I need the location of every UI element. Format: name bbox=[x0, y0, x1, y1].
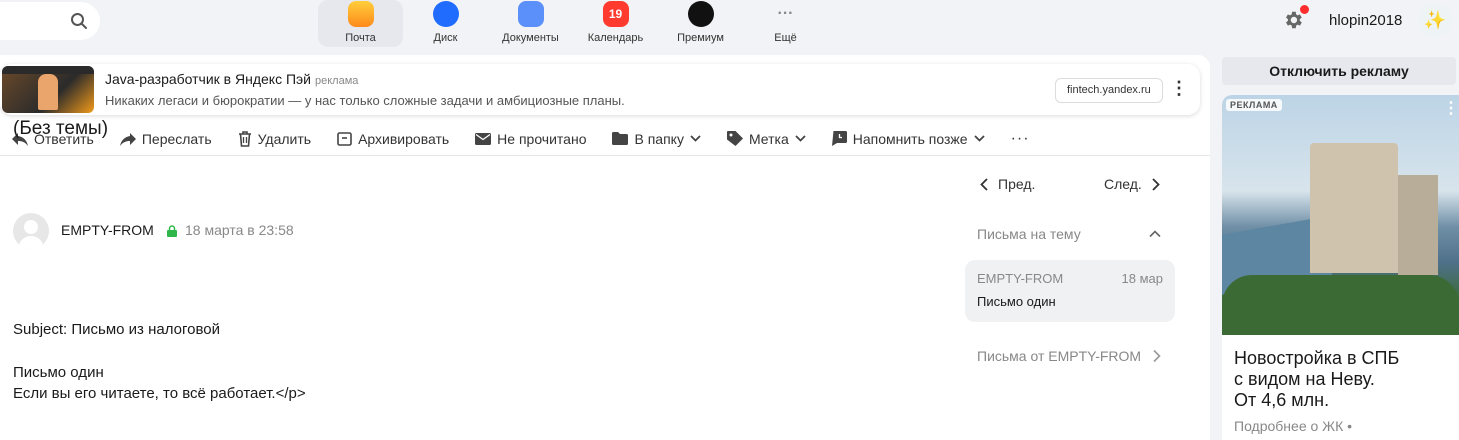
ad-image bbox=[2, 66, 94, 113]
lock-icon bbox=[167, 225, 177, 237]
mark-unread-button[interactable]: Не прочитано bbox=[475, 127, 586, 151]
nav-item-label: Диск bbox=[433, 32, 458, 44]
ad-headline-line: Новостройка в СПБ bbox=[1234, 348, 1400, 368]
user-avatar[interactable]: ✨ bbox=[1418, 3, 1452, 37]
message-toolbar: Ответить Переслать Удалить Архивировать … bbox=[0, 122, 1210, 156]
disk-icon bbox=[432, 1, 459, 27]
trash-icon bbox=[238, 130, 251, 147]
message-body-line: Subject: Письмо из налоговой bbox=[13, 321, 220, 338]
archive-icon bbox=[337, 131, 352, 146]
ad-description: Никаких легаси и бюрократии — у нас толь… bbox=[105, 93, 625, 108]
ad-more-link[interactable]: Подробнее о ЖК • bbox=[1234, 418, 1352, 434]
remind-later-button[interactable]: Напомнить позже bbox=[831, 127, 985, 151]
message-body-line: Если вы его читаете, то всё работает.</p… bbox=[13, 385, 306, 402]
mail-icon bbox=[347, 1, 374, 27]
thread-item[interactable]: EMPTY-FROM 18 мар Письмо один bbox=[965, 260, 1175, 322]
chevron-right-icon bbox=[1152, 177, 1160, 191]
search-input[interactable] bbox=[0, 2, 100, 40]
chevron-right-icon[interactable] bbox=[1152, 349, 1162, 363]
premium-icon bbox=[687, 1, 714, 27]
nav-item-mail[interactable]: Почта bbox=[318, 0, 403, 47]
ad-menu-icon[interactable]: ⋮ bbox=[1170, 78, 1188, 100]
ad-banner[interactable]: Java-разработчик в Яндекс Пэй реклама Ник… bbox=[0, 64, 1200, 115]
chevron-down-icon bbox=[973, 135, 985, 142]
chevron-down-icon bbox=[795, 135, 806, 142]
calendar-day-badge: 19 bbox=[608, 7, 623, 21]
move-to-folder-button[interactable]: В папку bbox=[612, 127, 701, 151]
prev-message-button[interactable]: Пред. bbox=[980, 176, 1035, 192]
nav-item-label: Премиум bbox=[677, 32, 724, 44]
nav-item-documents[interactable]: Документы bbox=[488, 0, 573, 47]
services-nav: Почта Диск Документы 19 Календарь Премиу… bbox=[318, 0, 828, 47]
message-panel: Java-разработчик в Яндекс Пэй реклама Ник… bbox=[0, 55, 1210, 440]
disable-ads-button[interactable]: Отключить рекламу bbox=[1222, 57, 1456, 85]
nav-item-label: Документы bbox=[502, 32, 559, 44]
thread-item-from: EMPTY-FROM bbox=[977, 271, 1064, 286]
message-subject: (Без темы) bbox=[13, 118, 109, 139]
message-date: 18 марта в 23:58 bbox=[185, 222, 294, 238]
sender-name[interactable]: EMPTY-FROM bbox=[61, 222, 154, 238]
ad-menu-icon[interactable]: ⋮ bbox=[1443, 101, 1459, 119]
nav-item-more[interactable]: ··· Ещё bbox=[743, 0, 828, 47]
nav-item-premium[interactable]: Премиум bbox=[658, 0, 743, 47]
letters-from-sender-link[interactable]: Письма от EMPTY-FROM bbox=[977, 348, 1141, 364]
tag-icon bbox=[726, 130, 743, 146]
archive-button[interactable]: Архивировать bbox=[337, 127, 449, 151]
message-body-line: Письмо один bbox=[13, 364, 104, 381]
chevron-up-icon[interactable] bbox=[1148, 227, 1162, 241]
nav-item-label: Ещё bbox=[774, 32, 797, 44]
delete-button[interactable]: Удалить bbox=[238, 127, 311, 151]
ad-tag: реклама bbox=[315, 75, 359, 87]
more-actions-button[interactable]: ··· bbox=[1011, 127, 1030, 151]
ad-domain-button[interactable]: fintech.yandex.ru bbox=[1055, 78, 1163, 103]
notification-dot bbox=[1300, 5, 1309, 14]
reminder-icon bbox=[831, 131, 847, 146]
ad-image bbox=[1222, 95, 1459, 335]
nav-item-calendar[interactable]: 19 Календарь bbox=[573, 0, 658, 47]
ad-headline-line: с видом на Неву. bbox=[1234, 369, 1375, 389]
ad-headline-line: От 4,6 млн. bbox=[1234, 390, 1330, 410]
nav-item-label: Почта bbox=[345, 32, 376, 44]
username[interactable]: hlopin2018 bbox=[1329, 12, 1402, 29]
envelope-icon bbox=[475, 132, 492, 145]
chevron-down-icon bbox=[690, 135, 701, 142]
documents-icon bbox=[517, 1, 544, 27]
forward-icon bbox=[119, 132, 136, 146]
nav-item-label: Календарь bbox=[587, 32, 644, 44]
next-message-button[interactable]: След. bbox=[1104, 176, 1160, 192]
folder-icon bbox=[612, 132, 629, 145]
chevron-left-icon bbox=[980, 177, 988, 191]
ad-tag: РЕКЛАМА bbox=[1226, 99, 1282, 111]
top-bar: Почта Диск Документы 19 Календарь Премиу… bbox=[0, 0, 1459, 54]
calendar-icon: 19 bbox=[602, 1, 629, 27]
nav-item-disk[interactable]: Диск bbox=[403, 0, 488, 47]
ad-title[interactable]: Java-разработчик в Яндекс Пэй реклама bbox=[105, 71, 358, 87]
label-button[interactable]: Метка bbox=[726, 127, 806, 151]
thread-item-date: 18 мар bbox=[1121, 271, 1163, 286]
thread-title[interactable]: Письма на тему bbox=[977, 226, 1081, 242]
search-icon[interactable] bbox=[70, 12, 88, 30]
more-dots-icon: ··· bbox=[777, 5, 794, 22]
side-ad[interactable]: РЕКЛАМА ⋮ Новостройка в СПБ с видом на Н… bbox=[1222, 95, 1459, 440]
sender-avatar[interactable] bbox=[13, 213, 49, 249]
forward-button[interactable]: Переслать bbox=[119, 127, 212, 151]
thread-item-subject: Письмо один bbox=[977, 294, 1056, 309]
